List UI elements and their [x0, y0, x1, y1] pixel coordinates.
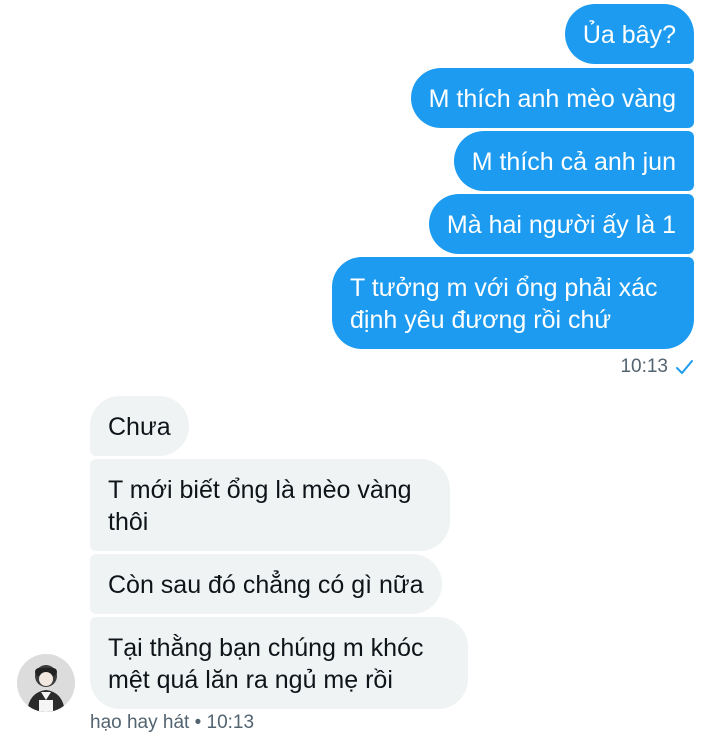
- outgoing-message[interactable]: M thích anh mèo vàng: [410, 68, 694, 128]
- outgoing-message[interactable]: M thích cả anh jun: [453, 131, 694, 191]
- incoming-message[interactable]: Còn sau đó chẳng có gì nữa: [90, 554, 442, 614]
- incoming-message[interactable]: T mới biết ổng là mèo vàng thôi: [90, 459, 450, 551]
- incoming-message[interactable]: Chưa: [90, 396, 189, 456]
- incoming-sender-timestamp: hạo hay hát • 10:13: [90, 712, 255, 733]
- avatar[interactable]: [17, 654, 75, 712]
- outgoing-message[interactable]: Mà hai người ấy là 1: [428, 194, 694, 254]
- incoming-message[interactable]: Tại thằng bạn chúng m khóc mệt quá lăn r…: [90, 617, 468, 709]
- outgoing-timestamp-row: 10:13: [620, 356, 694, 378]
- outgoing-message[interactable]: T tưởng m với ổng phải xác định yêu đươn…: [332, 257, 694, 349]
- check-icon: [674, 357, 694, 377]
- outgoing-timestamp: 10:13: [620, 356, 668, 377]
- message-thread: Ủa bây? M thích anh mèo vàng M thích cả …: [0, 0, 720, 746]
- outgoing-message[interactable]: Ủa bây?: [564, 4, 694, 64]
